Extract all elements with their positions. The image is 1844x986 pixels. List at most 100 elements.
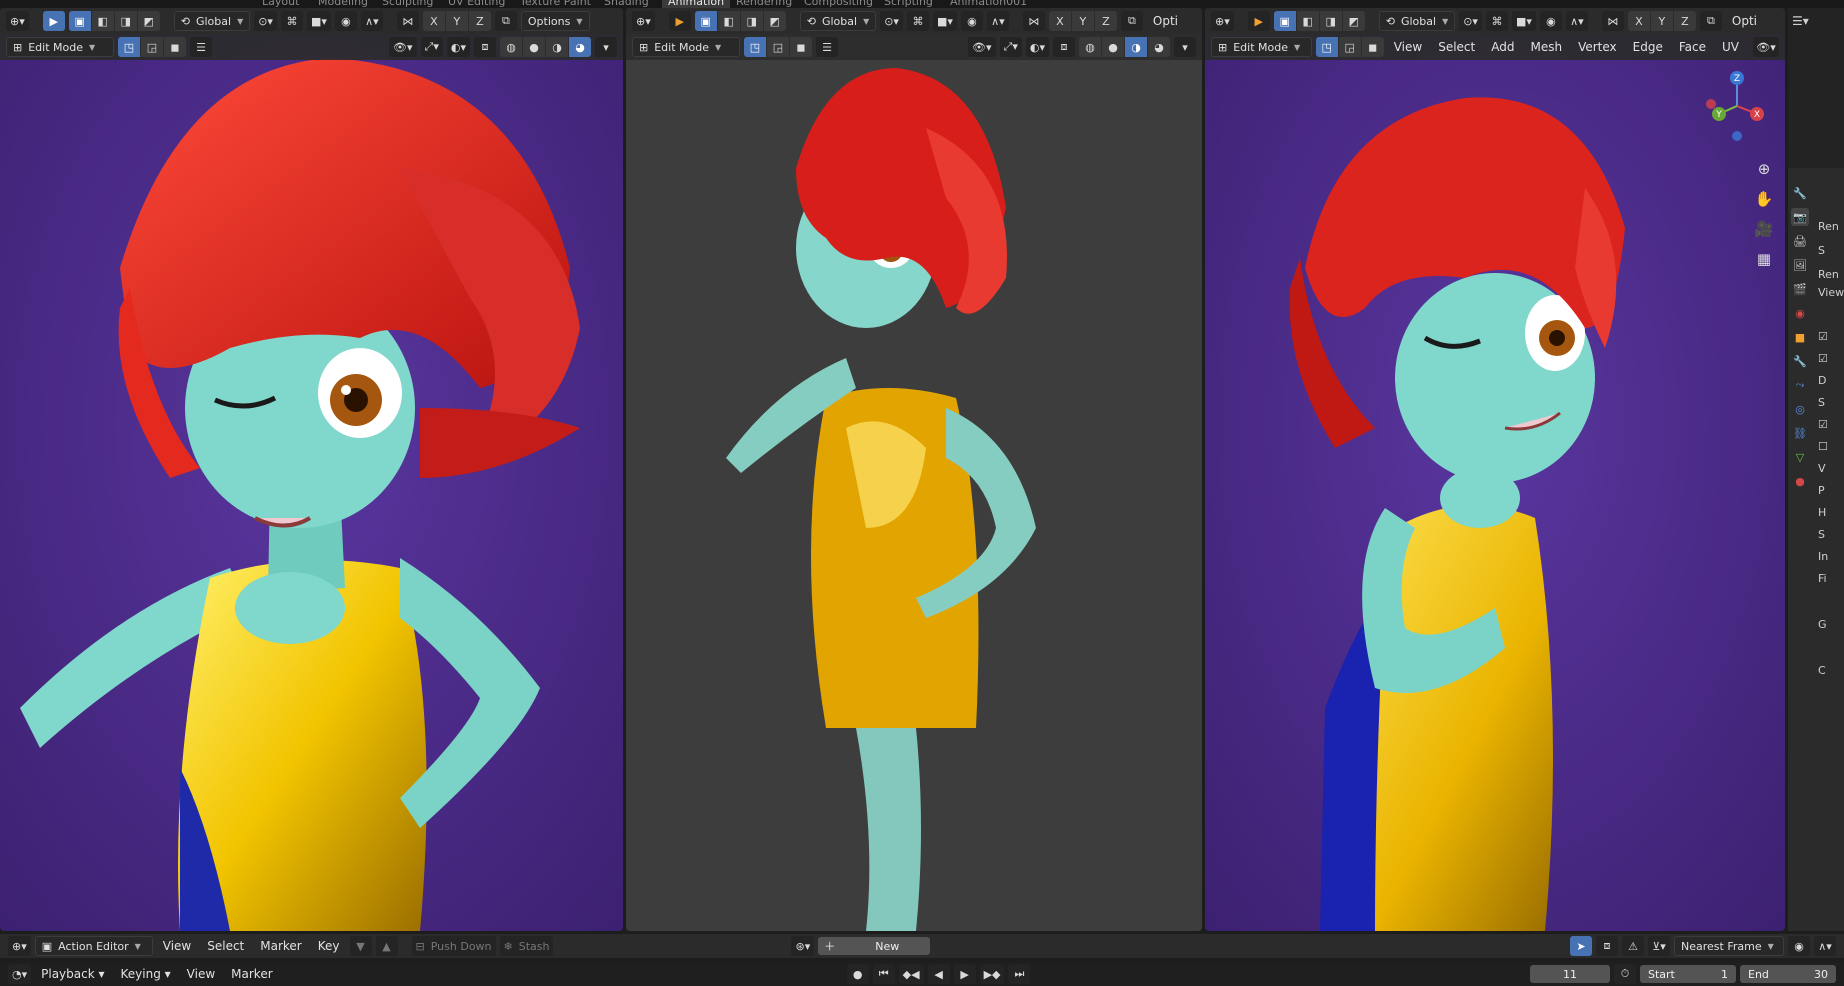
only-selected-icon[interactable]: ➤ (1570, 936, 1592, 956)
output-tab-icon[interactable]: 🖨 (1791, 232, 1809, 250)
panel-s2[interactable]: S (1818, 528, 1825, 541)
visibility-icon[interactable]: 👁▾ (389, 37, 417, 57)
mirror-x-button[interactable]: X (1048, 11, 1071, 31)
transform-orientation-dropdown[interactable]: ⟲ Global ▼ (799, 11, 877, 31)
xray-icon[interactable]: ⧈ (474, 37, 496, 57)
mode-dropdown[interactable]: ⊞ Edit Mode ▼ (6, 37, 114, 57)
select-new-icon[interactable]: ▣ (694, 11, 717, 31)
zoom-icon[interactable]: ⊕ (1753, 158, 1775, 180)
grid-view-icon[interactable]: ▦ (1753, 248, 1775, 270)
overlay-icon[interactable]: ◐▾ (1025, 37, 1049, 57)
panel-c[interactable]: C (1818, 664, 1826, 677)
panel-p[interactable]: P (1818, 484, 1825, 497)
snap-target-icon[interactable]: ■▾ (1511, 11, 1536, 31)
start-frame-field[interactable]: Start 1 (1640, 965, 1736, 983)
material-shading-icon[interactable]: ◑ (546, 37, 568, 57)
menu-vertex[interactable]: Vertex (1572, 40, 1623, 54)
vertex-select-icon[interactable]: ◳ (744, 37, 766, 57)
viewport-canvas[interactable] (1205, 8, 1785, 931)
wireframe-shading-icon[interactable]: ◍ (500, 37, 522, 57)
filter-icon[interactable]: ⊻▾ (1648, 936, 1670, 956)
editor-type-button[interactable]: ⊕▾ (1211, 11, 1234, 31)
constraints-tab-icon[interactable]: ⛓ (1791, 424, 1809, 442)
select-subtract-icon[interactable]: ◨ (1319, 11, 1342, 31)
editor-type-button[interactable]: ⊕▾ (632, 11, 655, 31)
rendered-shading-icon[interactable]: ◕ (569, 37, 591, 57)
menu-uv[interactable]: UV (1716, 40, 1745, 54)
snap-target-icon[interactable]: ■▾ (932, 11, 957, 31)
action-menu-view[interactable]: View (157, 939, 197, 953)
tab-scripting[interactable]: Scripting (884, 0, 933, 8)
action-menu-marker[interactable]: Marker (254, 939, 307, 953)
mode-dropdown[interactable]: ⊞ Edit Mode ▼ (632, 37, 740, 57)
snap-mode-dropdown[interactable]: Nearest Frame ▼ (1674, 936, 1784, 956)
record-icon[interactable]: ● (846, 964, 869, 984)
options-dropdown[interactable]: Options ▼ (520, 11, 590, 31)
material-tab-icon[interactable]: ● (1791, 472, 1809, 490)
checkbox-2[interactable]: ☑ (1818, 352, 1828, 365)
tab-uv-editing[interactable]: UV Editing (448, 0, 505, 8)
select-new-icon[interactable]: ▣ (68, 11, 91, 31)
menu-view[interactable]: View (1388, 40, 1428, 54)
tab-compositing[interactable]: Compositing (804, 0, 873, 8)
select-tool-icon[interactable]: ▶ (668, 11, 691, 31)
hamburger-menu-icon[interactable]: ☰ (816, 37, 838, 57)
physics-tab-icon[interactable]: ◎ (1791, 400, 1809, 418)
menu-mesh[interactable]: Mesh (1524, 40, 1568, 54)
solid-shading-icon[interactable]: ● (523, 37, 545, 57)
auto-merge-icon[interactable]: ⧉ (494, 11, 517, 31)
falloff-curve-icon[interactable]: ∧▾ (1814, 936, 1836, 956)
modifier-tab-icon[interactable]: 🔧 (1791, 352, 1809, 370)
layer-up-icon[interactable]: ▲ (375, 936, 398, 956)
vertex-select-icon[interactable]: ◳ (1315, 37, 1338, 57)
particles-tab-icon[interactable]: ⤳ (1791, 376, 1809, 394)
menu-select[interactable]: Select (1432, 40, 1481, 54)
play-icon[interactable]: ▶ (953, 964, 976, 984)
scene-tab-icon[interactable]: 🎬 (1791, 280, 1809, 298)
mirror-z-button[interactable]: Z (468, 11, 491, 31)
snap-icon[interactable]: ⌘ (1485, 11, 1508, 31)
panel-v[interactable]: V (1818, 462, 1826, 475)
options-dropdown[interactable]: Opti (1147, 14, 1184, 28)
layer-down-icon[interactable]: ▼ (349, 936, 372, 956)
action-menu-key[interactable]: Key (312, 939, 346, 953)
proportional-edit-icon[interactable]: ◉ (1539, 11, 1562, 31)
proportional-edit-icon[interactable]: ◉ (334, 11, 357, 31)
overlay-icon[interactable]: ◐▾ (446, 37, 470, 57)
auto-merge-icon[interactable]: ⧉ (1120, 11, 1143, 31)
checkbox-3[interactable]: ☑ (1818, 418, 1828, 431)
rendered-shading-icon[interactable]: ◕ (1148, 37, 1170, 57)
tab-texture-paint[interactable]: Texture Paint (520, 0, 591, 8)
panel-g[interactable]: G (1818, 618, 1827, 631)
panel-fi[interactable]: Fi (1818, 572, 1827, 585)
menu-face[interactable]: Face (1673, 40, 1712, 54)
menu-add[interactable]: Add (1485, 40, 1520, 54)
tab-layout[interactable]: Layout (262, 0, 299, 8)
select-new-icon[interactable]: ▣ (1273, 11, 1296, 31)
tool-tab-icon[interactable]: 🔧 (1791, 184, 1809, 202)
action-browse-icon[interactable]: ⊛▾ (791, 936, 815, 956)
solid-shading-icon[interactable]: ● (1102, 37, 1124, 57)
pan-hand-icon[interactable]: ✋ (1753, 188, 1775, 210)
show-hidden-icon[interactable]: ⧈ (1596, 936, 1618, 956)
mirror-icon[interactable]: ⋈ (1022, 11, 1045, 31)
viewport-canvas[interactable] (0, 8, 623, 931)
pivot-icon[interactable]: ⊙▾ (1459, 11, 1482, 31)
mirror-z-button[interactable]: Z (1673, 11, 1696, 31)
face-select-icon[interactable]: ◼ (1361, 37, 1384, 57)
vertex-select-icon[interactable]: ◳ (118, 37, 140, 57)
timeline-menu-marker[interactable]: Marker (225, 967, 278, 981)
xray-icon[interactable]: ⧈ (1053, 37, 1075, 57)
tab-animation001[interactable]: Animation001 (950, 0, 1027, 8)
select-subtract-icon[interactable]: ◨ (740, 11, 763, 31)
options-dropdown[interactable]: Opti (1726, 14, 1763, 28)
shading-options-icon[interactable]: ▾ (1174, 37, 1196, 57)
stash-button[interactable]: ❄ Stash (499, 936, 554, 956)
panel-s[interactable]: S (1818, 396, 1825, 409)
timeline-menu-view[interactable]: View (181, 967, 221, 981)
new-action-button[interactable]: ＋ New (818, 937, 931, 955)
mirror-y-button[interactable]: Y (1071, 11, 1094, 31)
falloff-icon[interactable]: ∧▾ (986, 11, 1009, 31)
panel-h[interactable]: H (1818, 506, 1826, 519)
wireframe-shading-icon[interactable]: ◍ (1079, 37, 1101, 57)
